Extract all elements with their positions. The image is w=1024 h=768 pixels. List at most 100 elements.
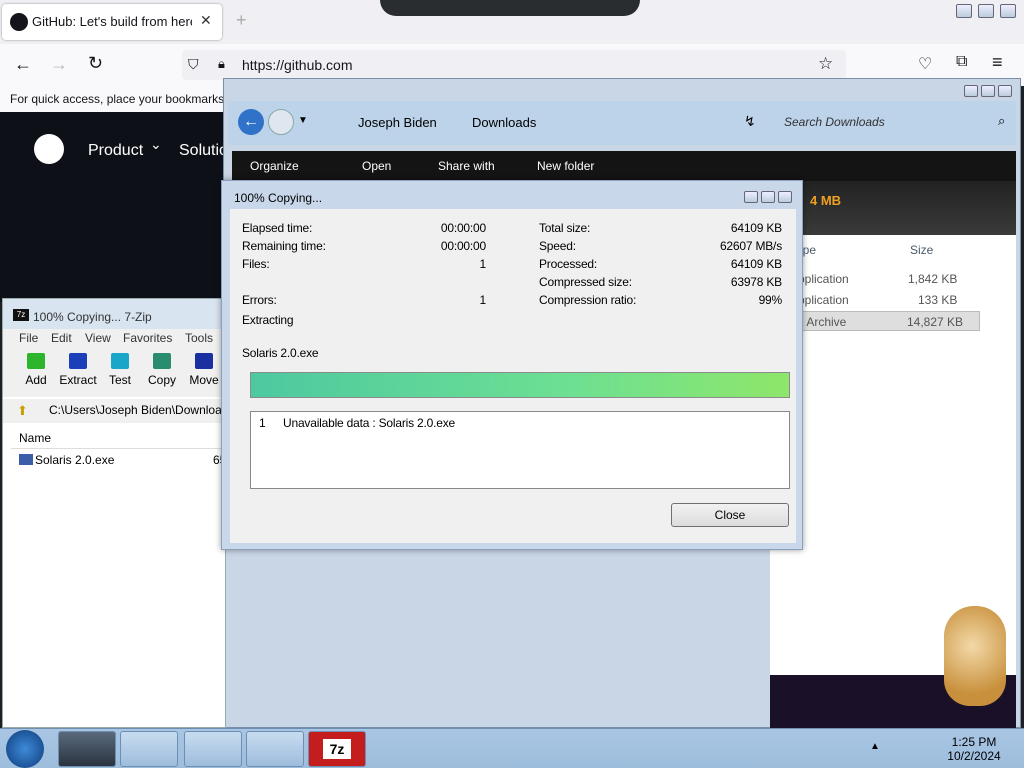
breadcrumb-downloads[interactable]: Downloads (472, 115, 536, 130)
dialog-controls (744, 191, 798, 205)
back-icon[interactable]: ← (14, 54, 32, 75)
tool-label: Add (25, 373, 47, 387)
clock-time: 1:25 PM (951, 735, 997, 749)
files-value: 1 (479, 257, 487, 271)
taskbar-explorer[interactable] (58, 731, 116, 767)
breadcrumb-joseph[interactable]: Joseph Biden (358, 115, 437, 130)
close-button[interactable]: Close (671, 503, 789, 527)
start-button[interactable] (6, 730, 44, 768)
forward-icon[interactable] (268, 109, 294, 135)
tool-label: Test (108, 373, 131, 387)
7zip-titlebar: 7z 100% Copying... 7-Zip (3, 299, 225, 329)
bookmarks-hint: For quick access, place your bookmarks h… (0, 86, 230, 112)
github-page: Product ⌄ Solutions (0, 112, 245, 302)
speed-value: 62607 MB/s (719, 239, 782, 253)
elapsed-label: Elapsed time: (242, 221, 313, 235)
organize-button[interactable]: Organize (250, 159, 299, 173)
maximize-button[interactable] (761, 191, 775, 203)
current-file: Solaris 2.0.exe (242, 346, 319, 360)
open-button[interactable]: Open (362, 159, 391, 173)
tool-extract-button[interactable]: Extract (57, 351, 99, 395)
errors-value: 1 (479, 293, 487, 307)
file-size: 133 KB (918, 293, 958, 307)
taskbar: 7z ▲ 1:25 PM 10/2/2024 (0, 728, 1024, 768)
taskbar-7zip[interactable]: 7z (308, 731, 366, 767)
new-folder-button[interactable]: New folder (537, 159, 594, 173)
tool-copy-button[interactable]: Copy (141, 351, 183, 395)
close-tab-icon[interactable]: ✕ (200, 12, 212, 29)
7zip-icon: 7z (323, 739, 351, 759)
add-icon (27, 353, 45, 369)
browser-tab[interactable]: GitHub: Let's build from here · GitHub ✕ (2, 4, 222, 40)
tool-move-button[interactable]: Move (183, 351, 225, 395)
progress-bar (250, 372, 790, 398)
taskbar-ie[interactable] (184, 731, 242, 767)
menu-edit[interactable]: Edit (51, 331, 72, 345)
test-icon (111, 353, 129, 369)
ratio-label: Compression ratio: (539, 293, 637, 307)
path-input[interactable]: C:\Users\Joseph Biden\Downloads\ (49, 403, 225, 417)
url-bar[interactable]: ⛉ 🔒︎ https://github.com ☆ (182, 50, 846, 80)
tool-label: Extract (59, 373, 97, 387)
status-text: Extracting (242, 313, 294, 327)
7zip-path-bar: ⬆ C:\Users\Joseph Biden\Downloads\ (3, 399, 225, 423)
processed-value: 64109 KB (730, 257, 782, 271)
menu-view[interactable]: View (85, 331, 111, 345)
remaining-label: Remaining time: (242, 239, 326, 253)
7zip-window: 7z 100% Copying... 7-Zip File Edit View … (2, 298, 226, 728)
minimize-button[interactable] (956, 4, 972, 18)
compressed-size-value: 63978 KB (730, 275, 782, 289)
column-name[interactable]: Name (19, 431, 51, 445)
7zip-menu: File Edit View Favorites Tools (3, 329, 225, 347)
7zip-toolbar: Add Extract Test Copy Move (3, 347, 225, 397)
close-window-button[interactable] (1000, 4, 1016, 18)
7zip-header: Name (11, 427, 225, 449)
clock-date: 10/2/2024 (947, 749, 1001, 763)
maximize-button[interactable] (978, 4, 994, 18)
file-size: 1,842 KB (908, 272, 958, 286)
log-text: Unavailable data : Solaris 2.0.exe (283, 416, 455, 430)
menu-favorites[interactable]: Favorites (123, 331, 172, 345)
tool-test-button[interactable]: Test (99, 351, 141, 395)
column-size[interactable]: Size (910, 243, 933, 257)
reload-icon[interactable]: ↻ (88, 53, 103, 74)
menu-icon[interactable]: ≡ (992, 52, 1003, 73)
tool-add-button[interactable]: Add (15, 351, 57, 395)
refresh-icon[interactable]: ↯ (744, 113, 756, 130)
share-with-button[interactable]: Share with (438, 159, 495, 173)
tool-label: Move (189, 373, 219, 387)
dialog-body: Elapsed time: 00:00:00 Remaining time: 0… (230, 209, 796, 543)
nav-product[interactable]: Product (88, 142, 143, 160)
extract-icon (69, 353, 87, 369)
back-icon[interactable]: ← (238, 109, 264, 135)
close-window-button[interactable] (778, 191, 792, 203)
chevron-down-icon[interactable]: ▼ (298, 115, 308, 126)
taskbar-firefox[interactable] (246, 731, 304, 767)
pocket-icon[interactable]: ♡ (918, 54, 932, 74)
folder-up-icon[interactable]: ⬆ (17, 403, 28, 419)
forward-icon[interactable]: → (50, 54, 68, 75)
clock[interactable]: 1:25 PM 10/2/2024 (940, 735, 1008, 763)
minimize-button[interactable] (744, 191, 758, 203)
new-tab-button[interactable]: + (236, 10, 247, 31)
error-log[interactable]: 1 Unavailable data : Solaris 2.0.exe (250, 411, 790, 489)
menu-file[interactable]: File (19, 331, 38, 345)
github-logo-icon[interactable] (34, 134, 64, 164)
tray-arrow-icon[interactable]: ▲ (870, 741, 880, 752)
search-input[interactable]: Search Downloads (784, 115, 885, 129)
log-index: 1 (259, 416, 266, 430)
bookmark-star-icon[interactable]: ☆ (818, 54, 833, 74)
url-text[interactable]: https://github.com (242, 57, 353, 73)
total-size-label: Total size: (539, 221, 591, 235)
minimize-button[interactable] (964, 85, 978, 97)
extensions-icon[interactable]: ⧉ (956, 53, 967, 71)
errors-label: Errors: (242, 293, 277, 307)
maximize-button[interactable] (981, 85, 995, 97)
files-label: Files: (242, 257, 270, 271)
taskbar-media-player[interactable] (120, 731, 178, 767)
tool-label: Copy (147, 373, 176, 387)
menu-tools[interactable]: Tools (185, 331, 213, 345)
shield-icon: ⛉ (188, 56, 199, 72)
list-item[interactable]: Solaris 2.0.exe 65 (17, 451, 225, 469)
close-window-button[interactable] (998, 85, 1012, 97)
